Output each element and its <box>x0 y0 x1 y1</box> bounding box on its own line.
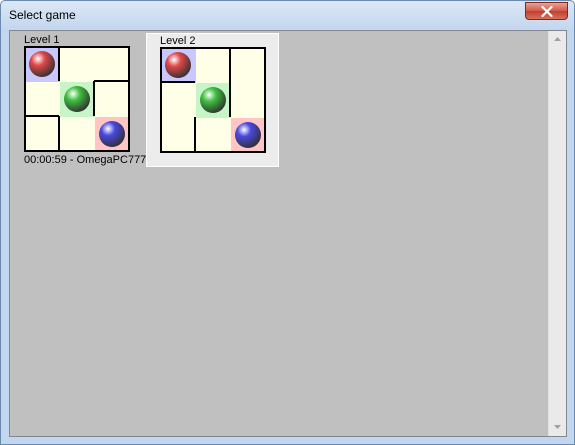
title-bar[interactable]: Select game <box>1 1 574 29</box>
scroll-up-button[interactable] <box>549 31 566 48</box>
level-board-preview <box>24 46 130 152</box>
scroll-down-button[interactable] <box>549 419 566 436</box>
level-best-time: 00:00:59 - OmegaPC777 <box>24 154 147 166</box>
green-ball <box>64 86 90 112</box>
select-game-window: Select game Level 1 00:00:59 - OmegaPC77… <box>0 0 575 445</box>
vertical-scrollbar[interactable] <box>548 31 566 436</box>
red-ball <box>165 52 191 78</box>
level-board-preview <box>160 47 266 153</box>
window-title: Select game <box>9 8 76 22</box>
game-list[interactable]: Level 1 00:00:59 - OmegaPC777 Level 2 <box>9 30 567 437</box>
blue-ball <box>99 121 125 147</box>
arrow-up-icon <box>554 37 561 41</box>
close-button[interactable] <box>525 2 568 20</box>
red-ball <box>29 51 55 77</box>
level-tile-2[interactable]: Level 2 <box>146 33 279 167</box>
arrow-down-icon <box>554 425 561 429</box>
close-icon <box>541 6 553 17</box>
blue-ball <box>235 122 261 148</box>
green-ball <box>200 87 226 113</box>
level-tile-1[interactable]: Level 1 00:00:59 - OmegaPC777 <box>11 33 147 167</box>
